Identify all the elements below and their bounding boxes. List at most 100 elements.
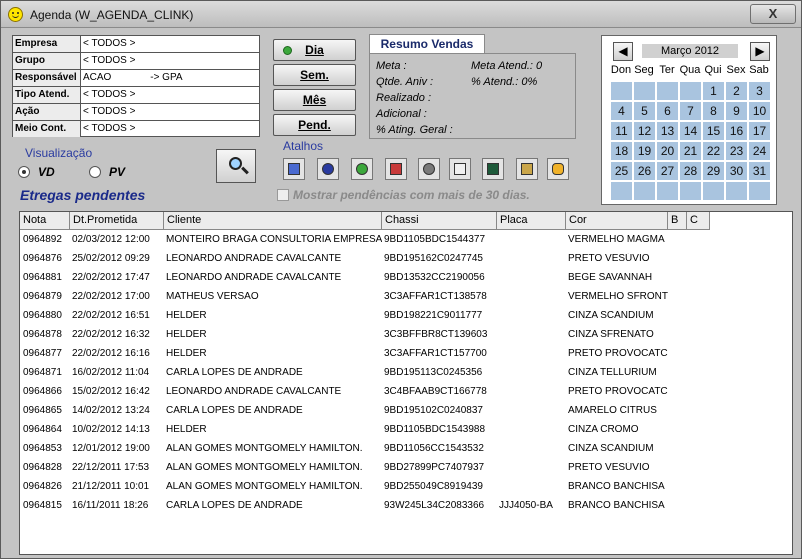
col-header-cliente[interactable]: Cliente xyxy=(164,212,382,230)
calendar-icon[interactable] xyxy=(283,158,305,180)
filter-value[interactable]: < TODOS > xyxy=(83,38,135,49)
table-row[interactable]: 0964892 02/03/2012 12:00 MONTEIRO BRAGA CO… xyxy=(20,231,792,250)
calendar-day[interactable] xyxy=(680,182,701,200)
title-bar[interactable]: Agenda (W_AGENDA_CLINK) X xyxy=(1,1,801,28)
calendar-prev-button[interactable]: ◀ xyxy=(613,42,633,61)
calendar-day[interactable]: 2 xyxy=(726,82,747,100)
calendar-day[interactable]: 26 xyxy=(634,162,655,180)
search-button[interactable] xyxy=(216,149,256,183)
calendar-day[interactable]: 13 xyxy=(657,122,678,140)
chip-icon[interactable] xyxy=(516,158,538,180)
calendar-day[interactable] xyxy=(657,82,678,100)
calendar-day[interactable]: 10 xyxy=(749,102,770,120)
table-cell: BRANCO BANCHISA xyxy=(568,500,665,511)
semana-button[interactable]: Sem. xyxy=(273,64,356,86)
table-row[interactable]: 0964865 14/02/2012 13:24 CARLA LOPES DE AN… xyxy=(20,402,792,421)
col-header-placa[interactable]: Placa xyxy=(497,212,566,230)
calendar-day[interactable]: 11 xyxy=(611,122,632,140)
table-row[interactable]: 0964815 16/11/2011 18:26 CARLA LOPES DE AN… xyxy=(20,497,792,516)
table-row[interactable]: 0964880 22/02/2012 16:51 HELDER 9BD198221C9… xyxy=(20,307,792,326)
calendar-day[interactable]: 21 xyxy=(680,142,701,160)
calendar-day[interactable]: 6 xyxy=(657,102,678,120)
calendar-day[interactable]: 9 xyxy=(726,102,747,120)
calendar-day[interactable]: 8 xyxy=(703,102,724,120)
calendar-day[interactable]: 28 xyxy=(680,162,701,180)
table-row[interactable]: 0964826 21/12/2011 10:01 ALAN GOMES MONTGO… xyxy=(20,478,792,497)
col-header-nota[interactable]: Nota xyxy=(20,212,70,230)
table-row[interactable]: 0964877 22/02/2012 16:16 HELDER 3C3AFFAR1CT… xyxy=(20,345,792,364)
calendar-day[interactable]: 30 xyxy=(726,162,747,180)
globe-icon[interactable] xyxy=(351,158,373,180)
filter-row-empresa[interactable]: Empresa < TODOS > xyxy=(13,36,259,53)
close-button[interactable]: X xyxy=(750,4,796,24)
filter-row-meio-cont[interactable]: Meio Cont. < TODOS > xyxy=(13,121,259,138)
filter-row-grupo[interactable]: Grupo < TODOS > xyxy=(13,53,259,70)
table-row[interactable]: 0964879 22/02/2012 17:00 MATHEUS VERSAO 3C3… xyxy=(20,288,792,307)
tab-resumo-vendas[interactable]: Resumo Vendas xyxy=(369,34,485,54)
calendar-day[interactable] xyxy=(657,182,678,200)
car-icon[interactable] xyxy=(385,158,407,180)
calendar-day[interactable] xyxy=(703,182,724,200)
filter-value[interactable]: < TODOS > xyxy=(83,89,135,100)
calendar-day[interactable]: 5 xyxy=(634,102,655,120)
calendar-day[interactable]: 3 xyxy=(749,82,770,100)
calendar-day[interactable]: 27 xyxy=(657,162,678,180)
calendar-day[interactable]: 19 xyxy=(634,142,655,160)
calendar-day[interactable]: 15 xyxy=(703,122,724,140)
table-row[interactable]: 0964828 22/12/2011 17:53 ALAN GOMES MONTGO… xyxy=(20,459,792,478)
calendar-day[interactable]: 1 xyxy=(703,82,724,100)
calendar-day[interactable]: 18 xyxy=(611,142,632,160)
table-row[interactable]: 0964853 12/01/2012 19:00 ALAN GOMES MONTGO… xyxy=(20,440,792,459)
dia-button[interactable]: Dia xyxy=(273,39,356,61)
checklist-icon[interactable] xyxy=(449,158,471,180)
filter-value[interactable]: < TODOS > xyxy=(83,55,135,66)
calendar-day[interactable] xyxy=(611,182,632,200)
calendar-day[interactable] xyxy=(634,82,655,100)
calendar-day[interactable]: 22 xyxy=(703,142,724,160)
mes-button[interactable]: Mês xyxy=(273,89,356,111)
calendar-day[interactable] xyxy=(634,182,655,200)
pendencias-checkbox[interactable] xyxy=(277,189,289,201)
calendar-day[interactable]: 16 xyxy=(726,122,747,140)
calendar-day[interactable]: 14 xyxy=(680,122,701,140)
bag-icon[interactable] xyxy=(547,158,569,180)
filter-value[interactable]: < TODOS > xyxy=(83,106,135,117)
calendar-day[interactable]: 25 xyxy=(611,162,632,180)
calendar-day[interactable]: 24 xyxy=(749,142,770,160)
calendar-day[interactable]: 20 xyxy=(657,142,678,160)
calendar-day[interactable]: 31 xyxy=(749,162,770,180)
calendar-day[interactable]: 23 xyxy=(726,142,747,160)
filter-value[interactable]: < TODOS > xyxy=(83,123,135,134)
calendar-day[interactable] xyxy=(611,82,632,100)
table-row[interactable]: 0964878 22/02/2012 16:32 HELDER 3C3BFFBR8CT… xyxy=(20,326,792,345)
radio-pv[interactable] xyxy=(89,166,101,178)
calendar-day[interactable]: 17 xyxy=(749,122,770,140)
person-icon[interactable] xyxy=(317,158,339,180)
col-header-dt-prometida[interactable]: Dt.Prometida xyxy=(70,212,164,230)
calendar-day[interactable] xyxy=(680,82,701,100)
filter-row-tipo-atend[interactable]: Tipo Atend. < TODOS > xyxy=(13,87,259,104)
table-row[interactable]: 0964864 10/02/2012 14:13 HELDER 9BD1105BDC1… xyxy=(20,421,792,440)
calendar-day[interactable]: 7 xyxy=(680,102,701,120)
filter-value[interactable]: ACAO -> GPA xyxy=(83,72,183,83)
calendar-day[interactable]: 12 xyxy=(634,122,655,140)
table-row[interactable]: 0964871 16/02/2012 11:04 CARLA LOPES DE AN… xyxy=(20,364,792,383)
radio-vd[interactable] xyxy=(18,166,30,178)
table-row[interactable]: 0964866 15/02/2012 16:42 LEONARDO ANDRADE … xyxy=(20,383,792,402)
col-header-c[interactable]: C xyxy=(687,212,710,230)
table-row[interactable]: 0964876 25/02/2012 09:29 LEONARDO ANDRADE … xyxy=(20,250,792,269)
calendar-day[interactable]: 4 xyxy=(611,102,632,120)
filter-row-responsavel[interactable]: Responsável ACAO -> GPA xyxy=(13,70,259,87)
screen-icon[interactable] xyxy=(482,158,504,180)
tools-icon[interactable] xyxy=(418,158,440,180)
calendar-day[interactable] xyxy=(749,182,770,200)
col-header-chassi[interactable]: Chassi xyxy=(382,212,497,230)
col-header-b[interactable]: B xyxy=(668,212,687,230)
calendar-day[interactable] xyxy=(726,182,747,200)
filter-row-acao[interactable]: Ação < TODOS > xyxy=(13,104,259,121)
table-row[interactable]: 0964881 22/02/2012 17:47 LEONARDO ANDRADE … xyxy=(20,269,792,288)
col-header-cor[interactable]: Cor xyxy=(566,212,668,230)
pendentes-button[interactable]: Pend. xyxy=(273,114,356,136)
calendar-next-button[interactable]: ▶ xyxy=(750,42,770,61)
calendar-day[interactable]: 29 xyxy=(703,162,724,180)
